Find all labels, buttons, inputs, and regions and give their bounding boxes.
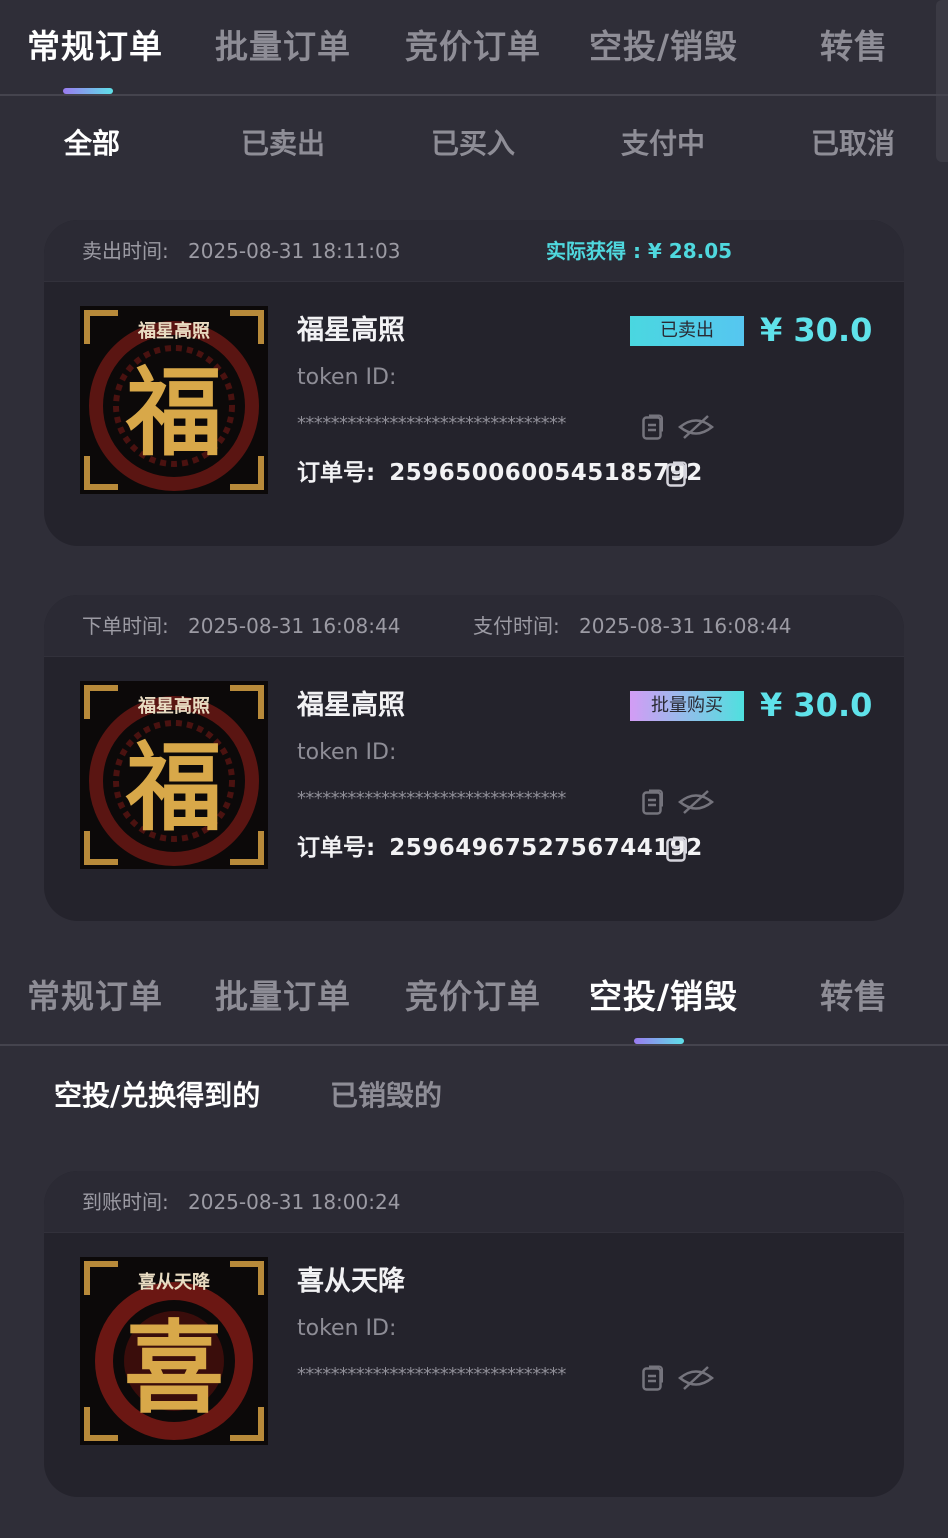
- eye-off-icon[interactable]: [678, 1365, 714, 1391]
- order-card-header: 下单时间: 2025-08-31 16:08:44 支付时间: 2025-08-…: [44, 595, 904, 657]
- sold-time-label: 卖出时间:: [82, 239, 169, 263]
- token-id-label: token ID:: [297, 365, 397, 390]
- order-number-row: 订单号: 2596496752756744192: [297, 831, 703, 865]
- arrival-time-label: 到账时间:: [82, 1190, 169, 1214]
- order-type-tabs-airdrop: 常规订单 批量订单 竞价订单 空投/销毁 转售: [0, 950, 948, 1046]
- pay-time-label: 支付时间:: [473, 614, 560, 638]
- sold-time-value: 2025-08-31 18:11:03: [188, 239, 401, 263]
- eye-off-icon[interactable]: [678, 789, 714, 815]
- active-tab-indicator: [63, 88, 113, 94]
- thumb-glyph: 喜: [124, 1309, 224, 1427]
- tab-resale[interactable]: 转售: [820, 974, 888, 1020]
- order-card[interactable]: 下单时间: 2025-08-31 16:08:44 支付时间: 2025-08-…: [44, 595, 904, 921]
- tab-bid-orders[interactable]: 竞价订单: [405, 974, 541, 1020]
- item-name: 喜从天降: [297, 1266, 405, 1297]
- copy-icon[interactable]: [642, 414, 664, 440]
- token-id-masked: ********************************: [297, 413, 566, 434]
- subtab-sold[interactable]: 已卖出: [241, 124, 325, 164]
- thumb-caption: 福星高照: [137, 695, 210, 717]
- arrival-time-value: 2025-08-31 18:00:24: [188, 1190, 401, 1214]
- active-tab-indicator: [634, 1038, 684, 1044]
- status-badge: 批量购买: [630, 691, 744, 721]
- subtab-paying[interactable]: 支付中: [621, 124, 705, 164]
- item-name: 福星高照: [297, 315, 405, 346]
- thumb-caption: 喜从天降: [138, 1271, 211, 1293]
- tab-resale[interactable]: 转售: [820, 24, 888, 70]
- tab-batch-orders[interactable]: 批量订单: [215, 974, 351, 1020]
- thumb-glyph: 福: [125, 356, 222, 469]
- order-type-tabs: 常规订单 批量订单 竞价订单 空投/销毁 转售: [0, 0, 948, 96]
- subtab-airdrop-received[interactable]: 空投/兑换得到的: [54, 1076, 260, 1116]
- pay-time-value: 2025-08-31 16:08:44: [579, 614, 792, 638]
- copy-icon[interactable]: [642, 789, 664, 815]
- subtab-bought[interactable]: 已买入: [431, 124, 515, 164]
- copy-order-icon[interactable]: [666, 836, 688, 862]
- subtab-destroyed[interactable]: 已销毁的: [330, 1076, 442, 1116]
- tab-batch-orders[interactable]: 批量订单: [215, 24, 351, 70]
- order-number-label: 订单号:: [297, 460, 376, 486]
- nft-thumbnail[interactable]: 福星高照 福: [80, 306, 268, 494]
- nft-thumbnail[interactable]: 喜从天降 喜: [80, 1257, 268, 1445]
- thumb-caption: 福星高照: [137, 320, 210, 342]
- status-badge: 已卖出: [630, 316, 744, 346]
- airdrop-card-header: 到账时间: 2025-08-31 18:00:24: [44, 1171, 904, 1233]
- order-number-row: 订单号: 2596500600545185792: [297, 456, 703, 490]
- token-id-label: token ID:: [297, 740, 397, 765]
- thumb-glyph: 福: [125, 731, 222, 844]
- order-card-header: 卖出时间: 2025-08-31 18:11:03 实际获得 : ¥ 28.05: [44, 220, 904, 282]
- token-id-masked: ********************************: [297, 788, 566, 809]
- order-card[interactable]: 卖出时间: 2025-08-31 18:11:03 实际获得 : ¥ 28.05…: [44, 220, 904, 546]
- order-number-label: 订单号:: [297, 835, 376, 861]
- tab-regular-orders[interactable]: 常规订单: [27, 24, 163, 70]
- airdrop-card[interactable]: 到账时间: 2025-08-31 18:00:24 喜从天降 喜 喜从天降 to…: [44, 1171, 904, 1497]
- nft-thumbnail[interactable]: 福星高照 福: [80, 681, 268, 869]
- actual-earned: 实际获得 : ¥ 28.05: [546, 239, 733, 263]
- copy-icon[interactable]: [642, 1365, 664, 1391]
- subtab-all[interactable]: 全部: [64, 124, 120, 164]
- subtab-cancelled[interactable]: 已取消: [811, 124, 895, 164]
- eye-off-icon[interactable]: [678, 414, 714, 440]
- token-id-masked: ********************************: [297, 1364, 566, 1385]
- item-name: 福星高照: [297, 690, 405, 721]
- tab-regular-orders[interactable]: 常规订单: [27, 974, 163, 1020]
- order-time-label: 下单时间:: [82, 614, 169, 638]
- price: ¥ 30.0: [760, 311, 873, 349]
- copy-order-icon[interactable]: [666, 461, 688, 487]
- price: ¥ 30.0: [760, 686, 873, 724]
- token-id-label: token ID:: [297, 1316, 397, 1341]
- order-number: 2596496752756744192: [389, 835, 703, 861]
- order-time-value: 2025-08-31 16:08:44: [188, 614, 401, 638]
- tab-airdrop-destroy[interactable]: 空投/销毁: [589, 974, 738, 1020]
- order-number: 2596500600545185792: [389, 460, 703, 486]
- tab-airdrop-destroy[interactable]: 空投/销毁: [589, 24, 738, 70]
- tab-bid-orders[interactable]: 竞价订单: [405, 24, 541, 70]
